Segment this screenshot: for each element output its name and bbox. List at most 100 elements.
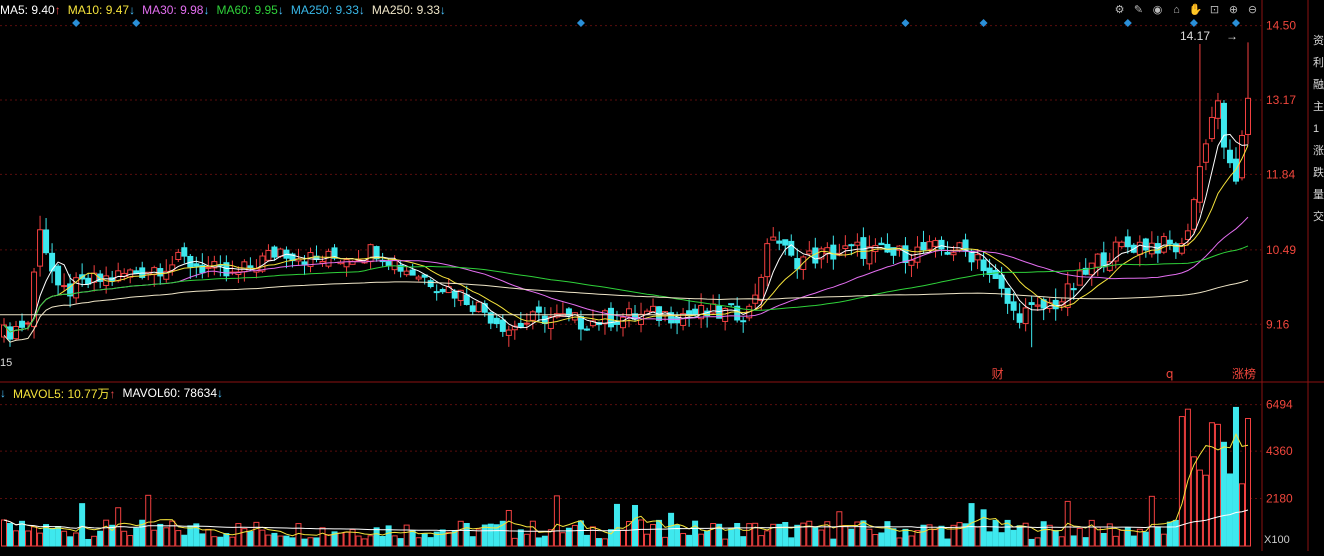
volume-bar — [860, 520, 867, 547]
volume-bar — [481, 524, 488, 547]
volume-bar — [788, 537, 795, 547]
volume-bar — [361, 538, 368, 547]
candle-body — [758, 276, 765, 301]
candle-body — [523, 322, 530, 325]
ma-legend-arrow: ↓ — [129, 3, 136, 17]
vol-legend-arrow: ↑ — [109, 386, 116, 401]
volume-bar — [613, 503, 620, 547]
volume-bar — [722, 538, 729, 547]
right-panel-char: 跌 — [1313, 167, 1324, 179]
volume-tick-label: 6494 — [1266, 398, 1293, 412]
eye-icon[interactable]: ◉ — [1150, 2, 1165, 17]
candle-body — [583, 328, 590, 331]
volume-bar — [1034, 537, 1041, 547]
volume-bar — [85, 538, 92, 547]
candle-body — [151, 267, 158, 276]
candle-body — [1148, 242, 1155, 255]
chart-toolbar: ⚙ ✎ ◉ ⌂ ✋ ⊡ ⊕ ⊖ — [1112, 2, 1260, 18]
hand-icon[interactable]: ✋ — [1188, 2, 1203, 17]
candle-body — [481, 303, 488, 313]
volume-bar — [259, 529, 266, 547]
volume-bar — [427, 537, 434, 547]
volume-bar — [19, 520, 26, 547]
event-marker-icon — [72, 19, 81, 27]
volume-bar — [343, 531, 350, 547]
volume-bar — [295, 523, 302, 547]
candle-body — [1070, 288, 1077, 291]
zoom-out-icon[interactable]: ⊖ — [1245, 2, 1260, 17]
candle-body — [1226, 149, 1233, 164]
candle-body — [505, 329, 512, 336]
volume-bar — [577, 520, 584, 547]
volume-bar — [1220, 441, 1227, 547]
lock-icon[interactable]: ⊡ — [1207, 2, 1222, 17]
settings-icon[interactable]: ⚙ — [1112, 2, 1127, 17]
candle-body — [1124, 236, 1131, 248]
volume-bar — [746, 523, 753, 547]
volume-bar — [728, 527, 735, 547]
ma-legend-item: MA60: 9.95↓ — [216, 3, 283, 17]
volume-bar — [1154, 526, 1161, 547]
candle-body — [944, 252, 951, 255]
volume-bar — [7, 522, 14, 547]
ma-legend-item: MA5: 9.40↑ — [0, 3, 61, 17]
right-panel-char: 主 — [1313, 101, 1324, 113]
volume-bar — [289, 537, 296, 547]
volume-bar — [79, 503, 86, 547]
right-panel-char: 交 — [1313, 211, 1324, 223]
volume-bar — [277, 535, 284, 547]
candle-body — [301, 261, 308, 265]
candle-body — [61, 285, 68, 288]
candle-body — [529, 311, 536, 321]
volume-bar — [367, 535, 374, 547]
candle-body — [409, 269, 416, 276]
volume-bar — [37, 532, 44, 547]
volume-bar — [980, 509, 987, 547]
volume-bar — [541, 535, 548, 547]
volume-bar — [1226, 473, 1233, 547]
candle-body — [415, 276, 422, 280]
volume-bar — [67, 536, 74, 547]
candle-body — [860, 237, 867, 259]
volume-bar — [145, 494, 152, 547]
volume-bar — [151, 529, 158, 547]
home-icon[interactable]: ⌂ — [1169, 2, 1184, 17]
volume-bar — [505, 509, 512, 547]
volume-bar — [247, 531, 254, 547]
volume-bar — [559, 532, 566, 547]
volume-bar — [818, 529, 825, 547]
candle-body — [1100, 252, 1107, 268]
stock-chart[interactable]: 14.50 13.17 11.84 10.49 9.16 6494 4360 2180 X100… — [0, 0, 1324, 551]
volume-bar — [644, 533, 651, 547]
candle-body — [1034, 304, 1041, 307]
candle-body — [469, 305, 476, 312]
volume-bar — [205, 528, 212, 547]
volume-bar — [758, 535, 765, 547]
vol-legend-text: MAVOL60: 78634 — [122, 386, 218, 400]
pen-icon[interactable]: ✎ — [1131, 2, 1146, 17]
candle-body — [770, 236, 777, 241]
volume-bar — [848, 528, 855, 547]
candle-body — [908, 259, 915, 266]
volume-bar — [878, 532, 885, 547]
volume-bar — [1076, 527, 1083, 547]
volume-bar — [806, 520, 813, 547]
volume-bar — [529, 520, 536, 547]
volume-bar — [223, 533, 230, 547]
price-tick-label: 9.16 — [1266, 317, 1290, 331]
candle-body — [1022, 307, 1029, 325]
candle-body — [133, 270, 140, 274]
ma-legend-text: MA60: 9.95 — [216, 3, 278, 17]
ma-legend-item: MA250: 9.33↓ — [291, 3, 365, 17]
zoom-in-icon[interactable]: ⊕ — [1226, 2, 1241, 17]
right-panel-char: 1 — [1313, 123, 1320, 135]
event-marker-icon — [901, 19, 910, 27]
volume-bar — [662, 536, 669, 547]
volume-bar — [301, 538, 308, 547]
volume-bar — [1202, 474, 1209, 547]
candle-body — [247, 265, 254, 269]
volume-bar — [1, 519, 7, 547]
candle-body — [403, 270, 410, 276]
volume-bar — [355, 535, 362, 547]
volume-bar — [656, 519, 663, 547]
